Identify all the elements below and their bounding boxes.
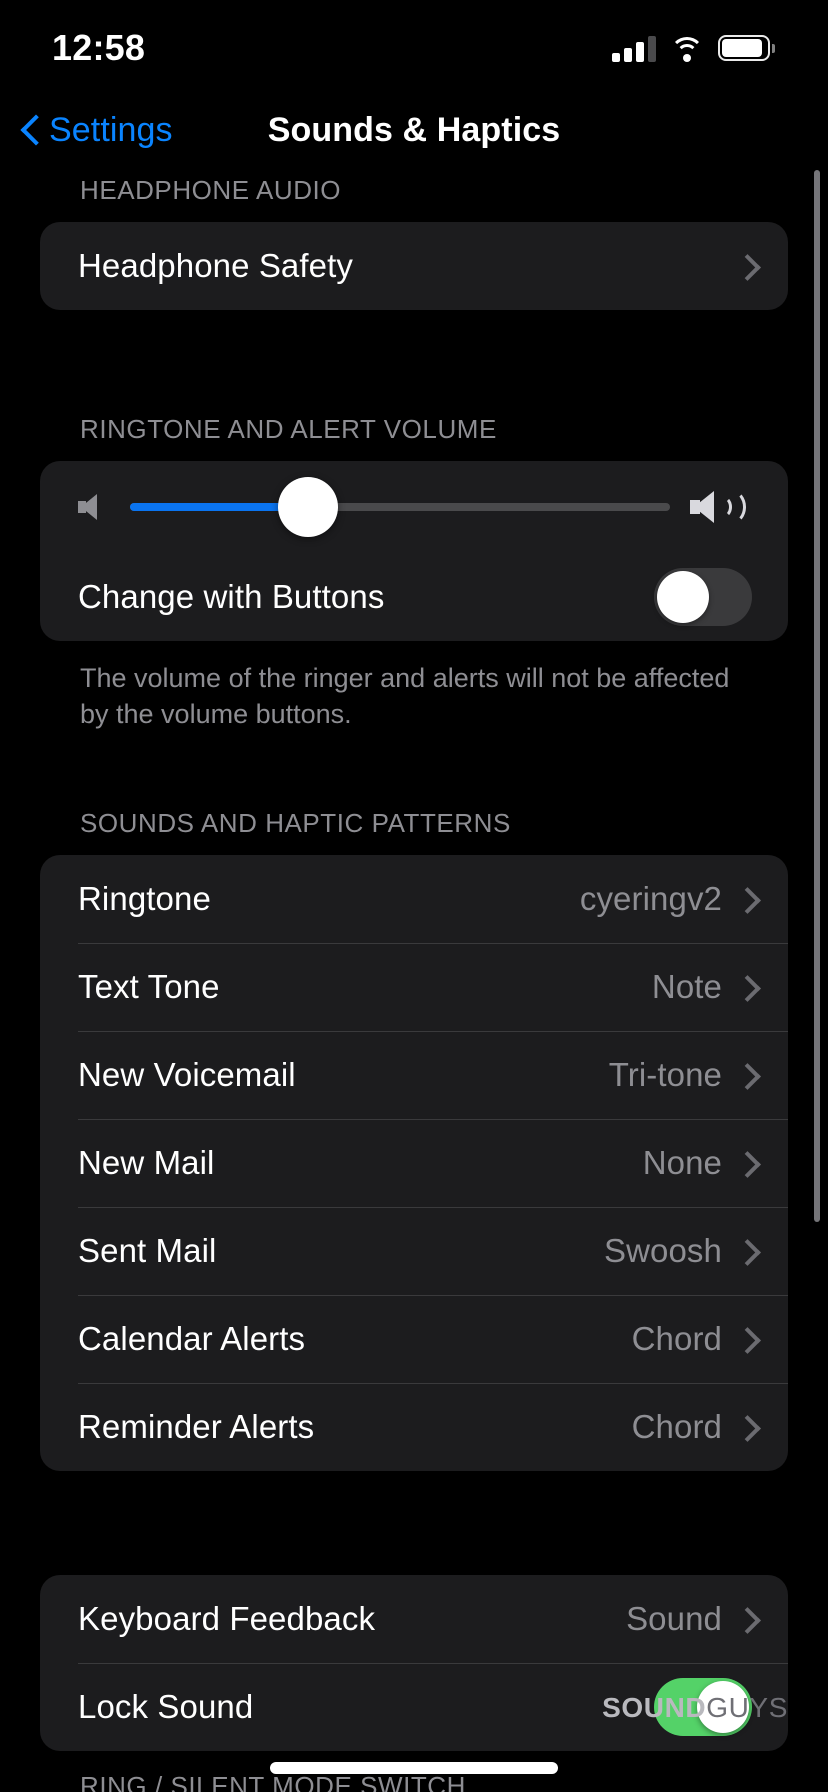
chevron-right-icon [738,1151,752,1175]
row-new-voicemail[interactable]: New Voicemail Tri-tone [40,1031,788,1119]
row-label: Reminder Alerts [78,1408,315,1446]
back-button-label: Settings [49,110,173,149]
status-bar: 12:58 [0,0,828,92]
row-calendar-alerts[interactable]: Calendar Alerts Chord [40,1295,788,1383]
chevron-right-icon [738,254,752,278]
row-value: Swoosh [603,1232,722,1270]
chevron-right-icon [738,1327,752,1351]
row-label: Lock Sound [78,1688,254,1726]
home-indicator[interactable] [270,1762,558,1774]
row-volume-slider[interactable] [40,461,788,553]
section-header-headphone-audio: HEADPHONE AUDIO [80,175,342,205]
row-label: New Mail [78,1144,215,1182]
watermark-light: GUYS [706,1692,788,1723]
group-ringtone-volume: Change with Buttons [40,461,788,641]
chevron-left-icon [22,115,39,145]
row-ringtone[interactable]: Ringtone cyeringv2 [40,855,788,943]
row-label: Calendar Alerts [78,1320,306,1358]
row-value: Chord [631,1320,722,1358]
row-value: cyeringv2 [579,880,722,918]
group-headphone-audio: Headphone Safety [40,222,788,310]
cellular-signal-icon [612,34,656,62]
section-header-sounds-haptic-patterns: SOUNDS AND HAPTIC PATTERNS [80,808,511,839]
status-bar-indicators [612,30,775,64]
group-keyboard-lock: Keyboard Feedback Sound Lock Sound [40,1575,788,1752]
chevron-right-icon [738,887,752,911]
speaker-low-icon [76,490,110,524]
iphone-settings-screen: 12:58 Settings Sounds & Haptics HEADPHON… [0,0,828,1792]
chevron-right-icon [738,1607,752,1631]
row-label: Headphone Safety [78,247,353,284]
row-label: New Voicemail [78,1056,296,1094]
row-change-with-buttons[interactable]: Change with Buttons [40,553,788,641]
row-sent-mail[interactable]: Sent Mail Swoosh [40,1207,788,1295]
row-label: Sent Mail [78,1232,217,1270]
slider-thumb[interactable] [278,477,339,537]
row-label: Text Tone [78,968,220,1006]
wifi-icon [670,35,704,64]
row-label: Keyboard Feedback [78,1600,376,1638]
row-label: Change with Buttons [78,578,385,615]
vertical-scrollbar[interactable] [814,170,820,1222]
watermark-bold: SOUND [602,1692,707,1723]
back-button[interactable]: Settings [22,94,173,166]
row-text-tone[interactable]: Text Tone Note [40,943,788,1031]
volume-slider[interactable] [130,461,670,553]
row-value: Chord [631,1408,722,1446]
row-reminder-alerts[interactable]: Reminder Alerts Chord [40,1383,788,1471]
chevron-right-icon [738,1239,752,1263]
speaker-high-icon [690,488,752,526]
settings-scroll-view[interactable]: HEADPHONE AUDIO Headphone Safety RINGTON… [0,175,828,1792]
change-with-buttons-toggle[interactable] [654,568,752,626]
row-new-mail[interactable]: New Mail None [40,1119,788,1207]
chevron-right-icon [738,1063,752,1087]
section-footer-ringtone-volume: The volume of the ringer and alerts will… [80,663,730,729]
navigation-bar: Settings Sounds & Haptics [0,94,828,166]
chevron-right-icon [738,975,752,999]
soundguys-watermark: SOUNDGUYS [602,1692,788,1724]
row-value: Note [651,968,722,1006]
battery-icon [718,35,775,61]
group-sounds-haptic-patterns: Ringtone cyeringv2 Text Tone Note New Vo… [40,855,788,1472]
row-headphone-safety[interactable]: Headphone Safety [40,222,788,310]
row-value: None [642,1144,722,1182]
section-header-ring-silent-mode-switch: RING / SILENT MODE SWITCH [80,1771,466,1792]
section-header-ringtone-volume: RINGTONE AND ALERT VOLUME [80,414,497,444]
row-keyboard-feedback[interactable]: Keyboard Feedback Sound [40,1575,788,1663]
row-label: Ringtone [78,880,211,918]
status-bar-clock: 12:58 [52,27,146,68]
row-value: Tri-tone [608,1056,722,1094]
row-value: Sound [626,1600,722,1638]
chevron-right-icon [738,1415,752,1439]
toggle-knob [657,571,709,623]
